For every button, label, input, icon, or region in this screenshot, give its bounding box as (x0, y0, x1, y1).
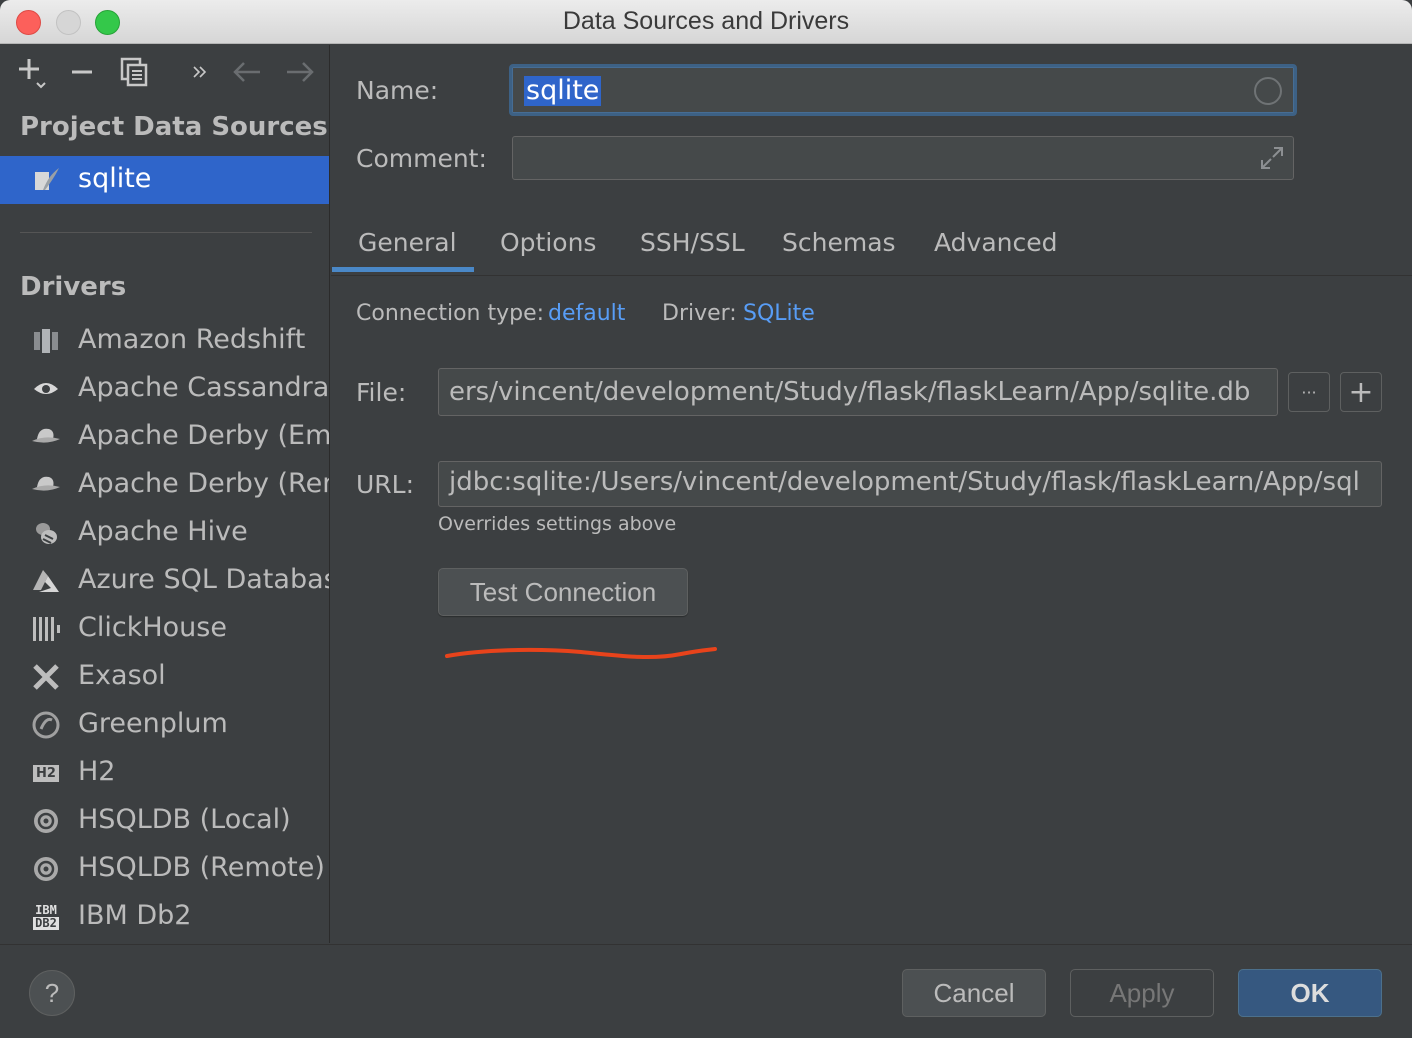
driver-label: Driver: (662, 301, 737, 326)
driver-item-clickhouse[interactable]: ClickHouse (0, 605, 329, 653)
drivers-heading: Drivers (20, 272, 127, 302)
hsqldb-icon (30, 855, 62, 883)
forward-arrow-icon[interactable] (283, 55, 317, 89)
data-source-item-sqlite[interactable]: sqlite (0, 156, 329, 204)
add-icon[interactable] (14, 55, 48, 89)
tab-general[interactable]: General (358, 228, 457, 257)
data-source-label: sqlite (78, 163, 152, 194)
driver-label: ClickHouse (78, 612, 227, 643)
tab-schemas[interactable]: Schemas (782, 228, 896, 257)
driver-item-hsqldb-local[interactable]: HSQLDB (Local) (0, 797, 329, 845)
driver-item-apache-derby-remote[interactable]: Apache Derby (Remo (0, 461, 329, 509)
window-title: Data Sources and Drivers (562, 7, 850, 35)
file-label: File: (356, 378, 407, 407)
driver-item-azure-sql-database[interactable]: Azure SQL Database (0, 557, 330, 605)
derby-hat-icon (30, 471, 62, 499)
data-source-settings-panel: Name: sqlite Comment: General Options SS… (331, 45, 1412, 943)
name-input-value: sqlite (524, 75, 602, 106)
sidebar: Project Data Sources sqlite Drivers Amaz… (0, 45, 330, 943)
driver-item-greenplum[interactable]: Greenplum (0, 701, 329, 749)
h2-icon: H2 (30, 759, 62, 787)
tab-advanced[interactable]: Advanced (934, 228, 1058, 257)
h2-icon-text: H2 (33, 764, 59, 782)
driver-item-apache-derby-embedded[interactable]: Apache Derby (Embe (0, 413, 330, 461)
driver-item-hsqldb-remote[interactable]: HSQLDB (Remote) (0, 845, 329, 893)
sidebar-divider (20, 232, 312, 233)
ibm-db2-icon: IBM DB2 (30, 903, 62, 931)
comment-label: Comment: (356, 144, 487, 173)
expand-icon[interactable] (1259, 145, 1285, 171)
driver-label: HSQLDB (Remote) (78, 852, 325, 883)
azure-icon (30, 567, 62, 595)
url-hint: Overrides settings above (438, 513, 677, 535)
name-input[interactable]: sqlite (509, 64, 1297, 116)
test-connection-button[interactable]: Test Connection (438, 568, 688, 616)
exasol-x-icon (30, 663, 62, 691)
add-file-button[interactable]: + (1340, 372, 1382, 412)
clickhouse-bars-icon (30, 615, 62, 643)
browse-file-button[interactable]: ··· (1288, 372, 1330, 412)
tab-ssh-ssl[interactable]: SSH/SSL (640, 228, 745, 257)
driver-label: Exasol (78, 660, 166, 691)
help-button[interactable]: ? (29, 970, 75, 1016)
remove-icon[interactable] (65, 55, 99, 89)
hive-bee-icon (30, 519, 62, 547)
hsqldb-icon (30, 807, 62, 835)
connection-type-label: Connection type: (356, 301, 545, 326)
derby-hat-icon (30, 423, 62, 451)
project-data-sources-heading: Project Data Sources (20, 112, 328, 142)
file-path-input[interactable]: ers/vincent/development/Study/flask/flas… (438, 368, 1278, 416)
driver-label: H2 (78, 756, 116, 787)
comment-input[interactable] (512, 136, 1294, 180)
greenplum-icon (30, 711, 62, 739)
driver-item-h2[interactable]: H2 H2 (0, 749, 329, 797)
cassandra-eye-icon (30, 375, 62, 403)
driver-label: HSQLDB (Local) (78, 804, 291, 835)
driver-list: Amazon Redshift Apache Cassandra Apache … (0, 317, 330, 941)
driver-item-exasol[interactable]: Exasol (0, 653, 329, 701)
sidebar-toolbar (0, 45, 329, 100)
driver-item-ibm-db2[interactable]: IBM DB2 IBM Db2 (0, 893, 329, 941)
driver-item-apache-hive[interactable]: Apache Hive (0, 509, 329, 557)
dialog-footer: ? Cancel Apply OK (0, 944, 1412, 1038)
active-tab-indicator (332, 267, 474, 272)
driver-label: Azure SQL Database (78, 564, 330, 595)
apply-button[interactable]: Apply (1070, 969, 1214, 1017)
driver-label: Greenplum (78, 708, 228, 739)
cancel-button[interactable]: Cancel (902, 969, 1046, 1017)
url-label: URL: (356, 470, 415, 499)
driver-label: Apache Derby (Embe (78, 420, 330, 451)
redshift-icon (30, 327, 62, 355)
driver-label: Apache Derby (Remo (78, 468, 329, 499)
duplicate-icon[interactable] (117, 55, 151, 89)
settings-tabs: General Options SSH/SSL Schemas Advanced (331, 218, 1412, 276)
driver-item-apache-cassandra[interactable]: Apache Cassandra (0, 365, 330, 413)
driver-item-amazon-redshift[interactable]: Amazon Redshift (0, 317, 329, 365)
driver-label: Amazon Redshift (78, 324, 306, 355)
name-color-circle-icon[interactable] (1254, 77, 1282, 105)
driver-link[interactable]: SQLite (743, 301, 815, 326)
ok-button[interactable]: OK (1238, 969, 1382, 1017)
more-chevron-icon[interactable] (183, 55, 217, 89)
driver-label: Apache Hive (78, 516, 248, 547)
sqlite-feather-icon (33, 166, 61, 198)
back-arrow-icon[interactable] (230, 55, 264, 89)
db2-icon-text: DB2 (33, 916, 59, 930)
driver-label: IBM Db2 (78, 900, 192, 931)
name-label: Name: (356, 76, 439, 105)
url-input[interactable]: jdbc:sqlite:/Users/vincent/development/S… (438, 461, 1382, 507)
tab-options[interactable]: Options (500, 228, 596, 257)
connection-type-link[interactable]: default (548, 301, 625, 326)
annotation-underline (445, 647, 717, 660)
driver-label: Apache Cassandra (78, 372, 330, 403)
title-bar: Data Sources and Drivers (0, 0, 1412, 44)
